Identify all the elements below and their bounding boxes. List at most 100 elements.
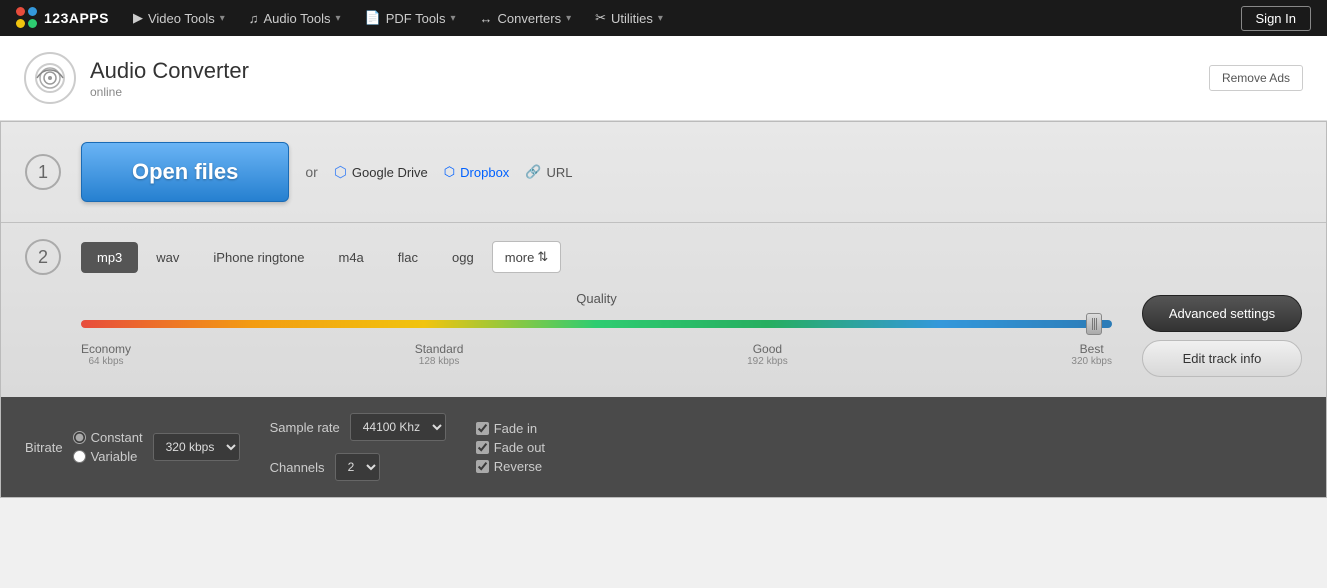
nav-utilities-label: Utilities bbox=[611, 11, 653, 26]
converter-panel: 1 Open files or ⬡ Google Drive ⬡ Dropbox… bbox=[0, 121, 1327, 498]
slider-track bbox=[81, 320, 1112, 328]
logo-dot-red bbox=[16, 7, 25, 16]
advanced-settings-button[interactable]: Advanced settings bbox=[1142, 295, 1302, 332]
more-formats-dropdown[interactable]: more ⇅ bbox=[492, 241, 562, 273]
fade-in-option[interactable]: Fade in bbox=[476, 421, 545, 436]
tab-wav[interactable]: wav bbox=[140, 242, 195, 273]
economy-kbps: 64 kbps bbox=[81, 356, 131, 367]
nav-converters[interactable]: ↔ Converters ▾ bbox=[469, 0, 581, 36]
tab-ogg[interactable]: ogg bbox=[436, 242, 490, 273]
fade-out-option[interactable]: Fade out bbox=[476, 440, 545, 455]
quality-standard: Standard 128 kbps bbox=[415, 342, 464, 367]
step1-row: 1 Open files or ⬡ Google Drive ⬡ Dropbox… bbox=[1, 122, 1326, 223]
bitrate-constant-option[interactable]: Constant bbox=[73, 430, 143, 445]
fade-in-checkbox[interactable] bbox=[476, 422, 489, 435]
bitrate-constant-radio[interactable] bbox=[73, 431, 86, 444]
sample-rate-group: Sample rate 44100 Khz 22050 Khz 11025 Kh… bbox=[270, 413, 446, 481]
bitrate-radio-group: Constant Variable bbox=[73, 430, 143, 464]
url-link[interactable]: 🔗 URL bbox=[525, 164, 572, 180]
bitrate-select[interactable]: 320 kbps 256 kbps 192 kbps 128 kbps 64 k… bbox=[153, 433, 240, 461]
best-label: Best bbox=[1071, 342, 1112, 356]
navbar: 123APPS ▶ Video Tools ▾ ♫ Audio Tools ▾ … bbox=[0, 0, 1327, 36]
channels-select[interactable]: 1 2 bbox=[335, 453, 380, 481]
step2-area: 2 mp3 wav iPhone ringtone m4a flac ogg m… bbox=[1, 223, 1326, 397]
chevron-down-icon: ▾ bbox=[220, 13, 225, 24]
step2-number: 2 bbox=[25, 239, 61, 275]
nav-converters-label: Converters bbox=[497, 11, 561, 26]
quality-best: Best 320 kbps bbox=[1071, 342, 1112, 367]
google-drive-link[interactable]: ⬡ Google Drive bbox=[334, 163, 428, 181]
sample-rate-select[interactable]: 44100 Khz 22050 Khz 11025 Khz bbox=[350, 413, 446, 441]
logo-dots bbox=[16, 7, 38, 29]
step1-content: Open files or ⬡ Google Drive ⬡ Dropbox 🔗… bbox=[81, 142, 1302, 202]
quality-slider-area: Quality Economy 64 bbox=[81, 291, 1112, 367]
economy-label: Economy bbox=[81, 342, 131, 356]
reverse-label: Reverse bbox=[494, 459, 542, 474]
standard-kbps: 128 kbps bbox=[415, 356, 464, 367]
edit-track-info-button[interactable]: Edit track info bbox=[1142, 340, 1302, 377]
header-area: Audio Converter online Remove Ads bbox=[0, 36, 1327, 121]
logo-dot-yellow bbox=[16, 19, 25, 28]
fade-out-checkbox[interactable] bbox=[476, 441, 489, 454]
nav-video-tools-label: Video Tools bbox=[148, 11, 215, 26]
app-subtitle: online bbox=[90, 85, 122, 99]
chevron-down-icon: ▾ bbox=[658, 13, 663, 24]
quality-markers: Economy 64 kbps Standard 128 kbps Good 1… bbox=[81, 342, 1112, 367]
bitrate-group: Bitrate Constant Variable 320 kbps 256 k… bbox=[25, 430, 240, 464]
slider-thumb-line3 bbox=[1096, 318, 1097, 330]
dropbox-label: Dropbox bbox=[460, 165, 509, 180]
slider-thumb-line bbox=[1092, 318, 1093, 330]
nav-audio-tools-label: Audio Tools bbox=[264, 11, 331, 26]
tab-flac[interactable]: flac bbox=[382, 242, 434, 273]
bitrate-variable-option[interactable]: Variable bbox=[73, 449, 143, 464]
sign-in-button[interactable]: Sign In bbox=[1241, 6, 1311, 31]
nav-video-tools[interactable]: ▶ Video Tools ▾ bbox=[123, 0, 235, 36]
format-tabs: mp3 wav iPhone ringtone m4a flac ogg mor… bbox=[81, 241, 1302, 273]
dropbox-icon: ⬡ bbox=[444, 164, 455, 180]
dropbox-link[interactable]: ⬡ Dropbox bbox=[444, 164, 510, 180]
bitrate-constant-label: Constant bbox=[91, 430, 143, 445]
nav-utilities[interactable]: ✂ Utilities ▾ bbox=[585, 0, 673, 36]
nav-audio-tools[interactable]: ♫ Audio Tools ▾ bbox=[239, 0, 351, 36]
tab-m4a[interactable]: m4a bbox=[323, 242, 380, 273]
bitrate-variable-radio[interactable] bbox=[73, 450, 86, 463]
slider-thumb-line2 bbox=[1094, 318, 1095, 330]
main-content: 1 Open files or ⬡ Google Drive ⬡ Dropbox… bbox=[0, 121, 1327, 498]
logo-dot-blue bbox=[28, 7, 37, 16]
fade-out-label: Fade out bbox=[494, 440, 545, 455]
tab-iphone-ringtone[interactable]: iPhone ringtone bbox=[197, 242, 320, 273]
quality-slider[interactable] bbox=[81, 314, 1112, 334]
google-drive-icon: ⬡ bbox=[334, 163, 347, 181]
chevron-down-icon: ▾ bbox=[336, 13, 341, 24]
format-row: 2 mp3 wav iPhone ringtone m4a flac ogg m… bbox=[1, 223, 1326, 291]
chevron-up-down-icon: ⇅ bbox=[537, 249, 548, 265]
or-text: or bbox=[305, 164, 317, 180]
bitrate-variable-label: Variable bbox=[91, 449, 138, 464]
logo[interactable]: 123APPS bbox=[16, 7, 109, 29]
app-title-text: Audio Converter online bbox=[90, 58, 249, 99]
nav-pdf-tools[interactable]: 📄 PDF Tools ▾ bbox=[355, 0, 466, 36]
audio-converter-icon bbox=[34, 62, 66, 94]
nav-pdf-tools-label: PDF Tools bbox=[386, 11, 446, 26]
remove-ads-button[interactable]: Remove Ads bbox=[1209, 65, 1303, 91]
best-kbps: 320 kbps bbox=[1071, 356, 1112, 367]
app-icon bbox=[24, 52, 76, 104]
quality-good: Good 192 kbps bbox=[747, 342, 788, 367]
reverse-checkbox[interactable] bbox=[476, 460, 489, 473]
slider-thumb[interactable] bbox=[1086, 313, 1102, 335]
fade-in-label: Fade in bbox=[494, 421, 537, 436]
tab-mp3[interactable]: mp3 bbox=[81, 242, 138, 273]
more-label: more bbox=[505, 250, 535, 265]
chevron-down-icon: ▾ bbox=[450, 13, 455, 24]
step1-number: 1 bbox=[25, 154, 61, 190]
standard-label: Standard bbox=[415, 342, 464, 356]
audio-tools-icon: ♫ bbox=[249, 11, 259, 26]
logo-text: 123APPS bbox=[44, 10, 109, 26]
url-label: URL bbox=[546, 165, 572, 180]
app-title: Audio Converter bbox=[90, 58, 249, 84]
video-tools-icon: ▶ bbox=[133, 10, 143, 26]
settings-buttons: Advanced settings Edit track info bbox=[1142, 295, 1302, 377]
good-label: Good bbox=[747, 342, 788, 356]
reverse-option[interactable]: Reverse bbox=[476, 459, 545, 474]
open-files-button[interactable]: Open files bbox=[81, 142, 289, 202]
